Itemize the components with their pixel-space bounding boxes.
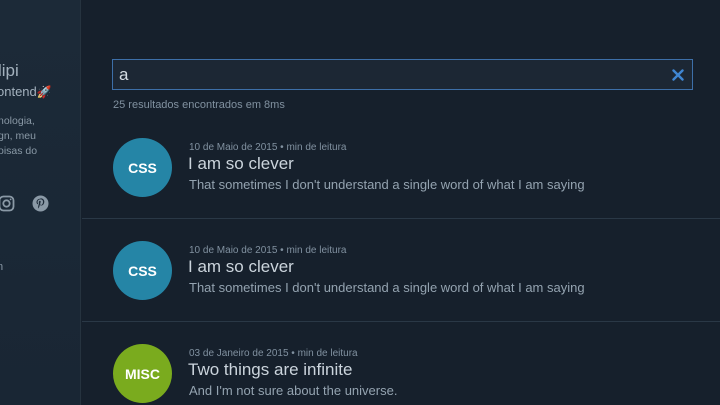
results-count: 25 resultados encontrados em 8ms (113, 99, 285, 111)
post-read-time: min de leitura (286, 245, 347, 256)
sidebar-link[interactable]: n (0, 261, 3, 273)
post-date: 10 de Maio de 2015 (189, 142, 278, 153)
profile-description-line: oisas do (0, 145, 38, 157)
profile-name: lipi (0, 61, 19, 80)
pinterest-icon[interactable] (32, 195, 49, 212)
close-icon (672, 68, 684, 81)
post-tag: MISC (113, 344, 172, 403)
post-tag: CSS (113, 241, 172, 300)
post-title[interactable]: I am so clever (188, 154, 294, 174)
post-date: 10 de Maio de 2015 (189, 245, 278, 256)
post-tag: CSS (113, 138, 172, 197)
sidebar: lipi ontend🚀 nologia, gn, meu oisas do n (0, 0, 81, 405)
post-title[interactable]: I am so clever (188, 257, 294, 277)
post-meta: 03 de Janeiro de 2015 • min de leitura (189, 348, 358, 359)
post-read-time: min de leitura (286, 142, 347, 153)
search-box (112, 59, 693, 90)
post-list: CSS 10 de Maio de 2015 • min de leitura … (82, 116, 720, 405)
rocket-icon: 🚀 (36, 85, 52, 99)
profile-role-text: ontend (0, 84, 37, 99)
post-date: 03 de Janeiro de 2015 (189, 348, 289, 359)
post-read-time: min de leitura (297, 348, 358, 359)
post-description: That sometimes I don't understand a sing… (189, 280, 585, 295)
main-content: 25 resultados encontrados em 8ms CSS 10 … (82, 0, 720, 405)
instagram-icon[interactable] (0, 195, 15, 212)
post-item[interactable]: CSS 10 de Maio de 2015 • min de leitura … (82, 219, 720, 322)
post-description: That sometimes I don't understand a sing… (189, 177, 585, 192)
post-meta: 10 de Maio de 2015 • min de leitura (189, 245, 347, 256)
profile-description-line: gn, meu (0, 130, 36, 142)
search-input[interactable] (113, 60, 664, 89)
profile-description: nologia, gn, meu oisas do (0, 114, 37, 159)
post-item[interactable]: MISC 03 de Janeiro de 2015 • min de leit… (82, 322, 720, 405)
profile-role: ontend🚀 (0, 84, 52, 99)
post-item[interactable]: CSS 10 de Maio de 2015 • min de leitura … (82, 116, 720, 219)
profile-description-line: nologia, (0, 115, 35, 127)
post-meta: 10 de Maio de 2015 • min de leitura (189, 142, 347, 153)
post-description: And I'm not sure about the universe. (189, 383, 398, 398)
social-links (0, 195, 49, 212)
post-title[interactable]: Two things are infinite (188, 360, 352, 380)
clear-search-button[interactable] (664, 60, 692, 89)
